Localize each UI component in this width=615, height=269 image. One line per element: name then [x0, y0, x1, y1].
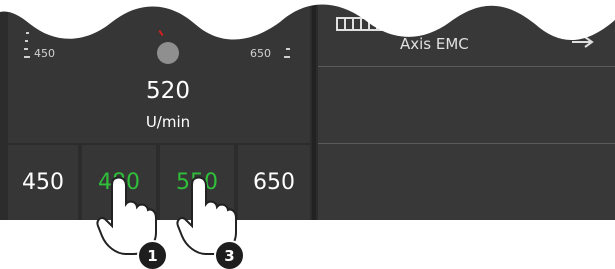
step-badge-3: 3 — [214, 240, 245, 269]
engine-speed-unit: U/min — [145, 113, 191, 131]
preset-450-button[interactable]: 450 — [8, 145, 78, 220]
preset-650-button[interactable]: 650 — [238, 145, 310, 220]
list-divider — [318, 66, 615, 67]
step-badge-1: 1 — [137, 240, 168, 269]
list-divider — [318, 143, 615, 144]
torn-edge — [0, 0, 615, 41]
screenshot: 470 450 650 520 U/min Axis EMC — [0, 0, 615, 269]
engine-speed-value: 520 — [146, 78, 190, 104]
